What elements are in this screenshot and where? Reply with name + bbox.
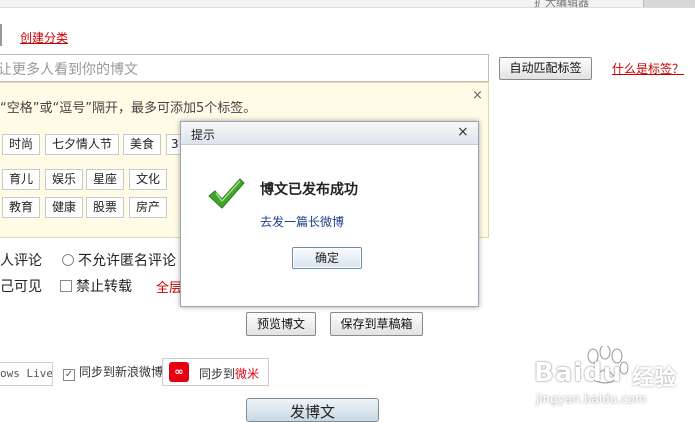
suggestion-close-icon[interactable]: × (472, 88, 483, 103)
no-anonymous-radio[interactable] (62, 254, 74, 266)
no-repost-checkbox[interactable] (60, 280, 72, 292)
post-long-weibo-link[interactable]: 去发一篇长微博 (260, 213, 344, 230)
tag-chip[interactable]: 房产 (129, 197, 168, 218)
preview-post-button[interactable]: 预览博文 (246, 312, 316, 336)
what-is-tag-link[interactable]: 什么是标签？ (612, 60, 684, 77)
expand-editor-label[interactable]: 扩大编辑器 (534, 0, 589, 10)
no-repost-option[interactable]: 禁止转载 (60, 276, 132, 296)
dialog-message: 博文已发布成功 (260, 182, 358, 198)
allow-comment-label: 人评论 (0, 253, 42, 269)
blog-editor-page: 扩大编辑器 创建分类 让更多人看到你的博文 自动匹配标签 什么是标签？ “空格”… (0, 0, 695, 422)
dialog-header[interactable]: 提示 × (181, 122, 478, 145)
allow-comment-option[interactable]: 人评论 (0, 250, 42, 270)
sync-weimi-button[interactable]: ∞ 同步到微米 (162, 358, 269, 386)
tag-chip[interactable]: 娱乐 (45, 169, 84, 190)
dialog-close-icon[interactable]: × (457, 124, 469, 140)
success-check-icon (208, 178, 245, 209)
tag-hint-text: “空格”或“逗号”隔开，最多可添加5个标签。 (0, 101, 257, 116)
sync-sina-label: 同步到新浪微博 (79, 365, 164, 379)
tag-chip[interactable]: 股票 (86, 197, 125, 218)
category-select-edge[interactable] (0, 24, 2, 46)
tag-chip[interactable]: 文化 (129, 169, 168, 190)
sync-sina-weibo-option[interactable]: 同步到新浪微博 (63, 363, 163, 381)
baidu-brand-text: Baidu (534, 358, 623, 388)
auto-match-tags-button[interactable]: 自动匹配标签 (499, 57, 592, 80)
tag-chip[interactable]: 时尚 (2, 134, 41, 155)
self-visible-option[interactable]: 己可见 (0, 276, 42, 296)
jingyan-text: 经验 (632, 366, 677, 391)
dialog-title: 提示 (191, 128, 216, 142)
more-options-link[interactable]: 全层 (156, 277, 182, 296)
tag-chip[interactable]: 育儿 (2, 169, 41, 190)
weimi-logo-icon: ∞ (169, 362, 189, 382)
no-anonymous-label: 不允许匿名评论 (78, 253, 176, 269)
sync-weimi-label: 同步到微米 (199, 367, 260, 381)
dialog-ok-button[interactable]: 确定 (292, 247, 362, 269)
tag-input[interactable]: 让更多人看到你的博文 (0, 54, 489, 82)
success-dialog: 提示 × 博文已发布成功 去发一篇长微博 确定 (180, 121, 479, 307)
create-category-link[interactable]: 创建分类 (20, 29, 68, 46)
no-repost-label: 禁止转载 (76, 279, 132, 295)
top-toolbar-strip: 扩大编辑器 (0, 0, 695, 10)
tag-chip[interactable]: 七夕情人节 (45, 134, 120, 155)
tag-chip[interactable]: 星座 (86, 169, 125, 190)
watermark-url: jingyan.baidu.com (536, 392, 647, 406)
publish-post-button[interactable]: 发博文 (246, 398, 379, 422)
save-draft-button[interactable]: 保存到草稿箱 (330, 312, 423, 336)
no-anonymous-comment-option[interactable]: 不允许匿名评论 (62, 250, 176, 270)
tag-chip[interactable]: 教育 (2, 197, 41, 218)
toolbar-button[interactable] (643, 0, 695, 7)
tag-chip[interactable]: 健康 (45, 197, 84, 218)
self-visible-label: 己可见 (0, 279, 42, 295)
baidu-jingyan-watermark: Baidu 经验 jingyan.baidu.com (528, 346, 693, 412)
sync-windows-live-button[interactable]: ows Live (0, 362, 53, 386)
tag-chip[interactable]: 美食 (123, 134, 162, 155)
sync-sina-checkbox[interactable] (63, 369, 75, 381)
